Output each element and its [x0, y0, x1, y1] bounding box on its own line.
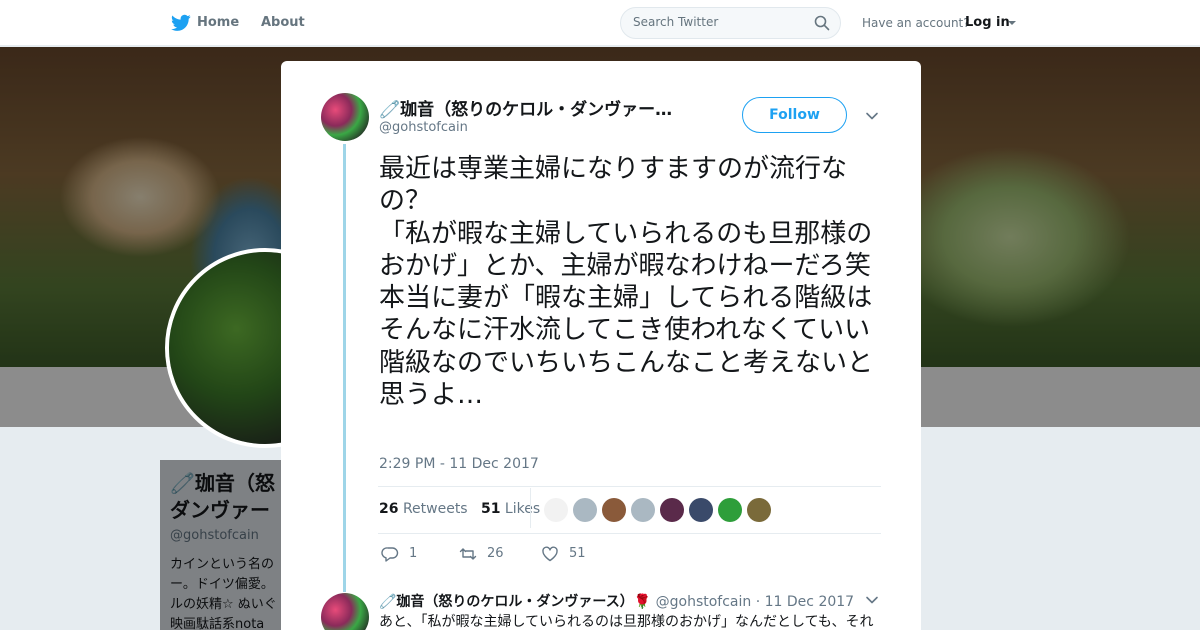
retweets-label[interactable]: Retweets — [403, 501, 468, 517]
profile-bio-line4: 映画駄話系nota — [170, 617, 265, 630]
top-nav: Home About Search Twitter Have an accoun… — [0, 0, 1200, 46]
have-account-text: Have an account? — [862, 16, 970, 30]
stats-separator — [530, 488, 531, 528]
reply-author-avatar[interactable] — [321, 593, 369, 630]
profile-bio-line1: カインという名の — [170, 557, 275, 572]
profile-handle: @gohstofcain — [170, 528, 259, 543]
search-input[interactable]: Search Twitter — [620, 7, 841, 39]
close-icon[interactable] — [1156, 14, 1176, 34]
heart-icon[interactable] — [541, 545, 559, 563]
tweet-author-avatar[interactable] — [321, 93, 369, 141]
reply-author-handle[interactable]: @gohstofcain — [656, 594, 752, 610]
profile-name-line2: ダンヴァー — [170, 498, 270, 522]
likes-label[interactable]: Likes — [505, 501, 540, 517]
retweet-icon[interactable] — [459, 545, 477, 563]
liker-avatar[interactable] — [602, 498, 626, 522]
twitter-bird-icon[interactable] — [171, 14, 191, 32]
liker-avatar[interactable] — [660, 498, 684, 522]
like-count: 51 — [569, 546, 586, 561]
tweet-modal: 🧷珈音（怒りのケロル・ダンヴァー… @gohstofcain Follow 最近… — [281, 61, 921, 630]
chevron-down-icon[interactable] — [865, 593, 879, 607]
liker-avatar[interactable] — [544, 498, 568, 522]
retweets-count[interactable]: 26 — [379, 501, 398, 517]
login-caret-icon[interactable] — [1008, 21, 1016, 25]
liker-avatar[interactable] — [573, 498, 597, 522]
login-link[interactable]: Log in — [965, 15, 1010, 30]
reply-text: あと、「私が暇な主婦していられるのは旦那様のおかげ」なんだとしても、それ — [379, 614, 874, 630]
reply-date[interactable]: · 11 Dec 2017 — [756, 594, 854, 610]
chevron-down-icon[interactable] — [865, 109, 879, 123]
tweet-text: 最近は専業主婦になりすますのが流行なの？ 「私が暇な主婦していられるのも旦那様の… — [379, 154, 874, 411]
profile-bio-line2: ー。ドイツ偏愛。 — [170, 577, 274, 592]
liker-avatar[interactable] — [747, 498, 771, 522]
nav-home-link[interactable]: Home — [197, 15, 239, 30]
nav-about-link[interactable]: About — [261, 15, 305, 30]
thread-connector — [343, 144, 346, 592]
profile-name-line1: 🧷珈音（怒 — [170, 471, 275, 495]
divider — [378, 533, 881, 534]
likes-count[interactable]: 51 — [481, 501, 500, 517]
search-placeholder: Search Twitter — [633, 15, 719, 29]
tweet-author-handle[interactable]: @gohstofcain — [379, 120, 468, 135]
profile-info: 🧷珈音（怒 ダンヴァー @gohstofcain カインという名の ー。ドイツ偏… — [160, 460, 300, 630]
tweet-author-name[interactable]: 🧷珈音（怒りのケロル・ダンヴァー… — [379, 95, 672, 120]
reply-icon[interactable] — [381, 545, 399, 563]
liker-avatar[interactable] — [689, 498, 713, 522]
retweet-count: 26 — [487, 546, 504, 561]
tweet-stats: 26 Retweets 51 Likes — [379, 501, 540, 517]
liker-avatar[interactable] — [718, 498, 742, 522]
search-icon[interactable] — [814, 15, 830, 31]
liker-avatar[interactable] — [631, 498, 655, 522]
follow-button[interactable]: Follow — [742, 97, 847, 133]
divider — [378, 486, 881, 487]
tweet-timestamp[interactable]: 2:29 PM - 11 Dec 2017 — [379, 456, 539, 472]
reply-count: 1 — [409, 546, 418, 561]
reply-author-name[interactable]: 🧷珈音（怒りのケロル・ダンヴァース）🌹 — [379, 594, 651, 610]
profile-bio-line3: ルの妖精☆ ぬいぐ — [170, 597, 277, 612]
reply-header: 🧷珈音（怒りのケロル・ダンヴァース）🌹 @gohstofcain · 11 De… — [379, 591, 854, 611]
